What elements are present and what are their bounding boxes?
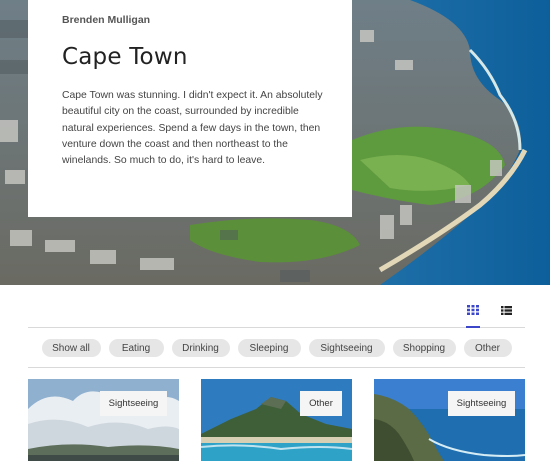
grid-view-button[interactable] [459, 296, 487, 328]
filter-show-all[interactable]: Show all [41, 339, 101, 357]
filter-sightseeing[interactable]: Sightseeing [308, 339, 385, 357]
place-card[interactable]: Sightseeing [28, 379, 179, 461]
filter-sleeping[interactable]: Sleeping [237, 339, 301, 357]
place-cards: Sightseeing Other Sightseeing [28, 379, 525, 461]
filter-other[interactable]: Other [463, 339, 512, 357]
filter-drinking[interactable]: Drinking [171, 339, 230, 357]
card-category-tag: Sightseeing [448, 391, 515, 416]
filter-shopping[interactable]: Shopping [392, 339, 456, 357]
hero-section: Brenden Mulligan Cape Town Cape Town was… [0, 0, 550, 285]
filter-eating[interactable]: Eating [108, 339, 164, 357]
hero-card: Brenden Mulligan Cape Town Cape Town was… [28, 0, 352, 217]
hero-description: Cape Town was stunning. I didn't expect … [62, 90, 323, 167]
category-filters: Show all Eating Drinking Sleeping Sights… [28, 329, 525, 368]
card-category-tag: Other [300, 391, 342, 416]
place-card[interactable]: Sightseeing [374, 379, 525, 461]
page-title: Cape Town [62, 44, 188, 70]
place-card[interactable]: Other [201, 379, 352, 461]
view-toggle-bar [28, 292, 525, 328]
grid-view-icon [467, 305, 479, 315]
list-view-button[interactable] [492, 296, 520, 324]
list-view-icon [500, 305, 512, 315]
card-category-tag: Sightseeing [100, 391, 167, 416]
author-name: Brenden Mulligan [62, 14, 151, 26]
